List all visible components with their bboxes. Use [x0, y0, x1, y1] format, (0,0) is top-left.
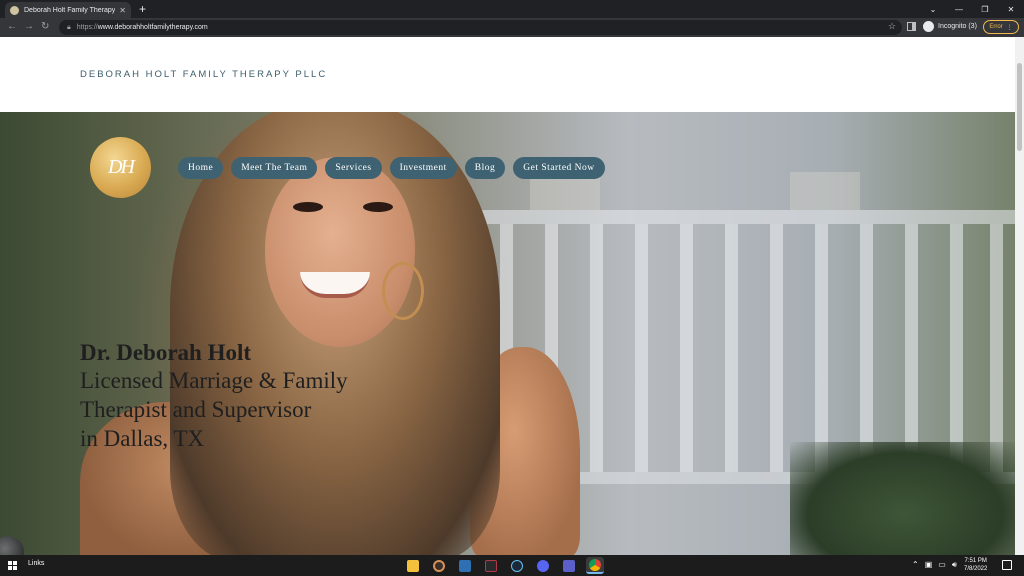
- links-toolbar[interactable]: Links: [28, 560, 44, 567]
- clock-time: 7:51 PM: [964, 558, 987, 564]
- baluster: [950, 224, 963, 472]
- obs-icon[interactable]: [430, 557, 448, 574]
- new-tab-button[interactable]: +: [139, 2, 146, 16]
- main-navigation: Home Meet The Team Services Investment B…: [178, 157, 605, 179]
- site-favicon-icon: [10, 5, 19, 15]
- steam-icon[interactable]: [508, 557, 526, 574]
- window-controls: ⌄ — ❐ ✕: [920, 0, 1024, 18]
- app-terminal-icon[interactable]: [482, 557, 500, 574]
- tab-search-icon[interactable]: ⌄: [920, 5, 946, 14]
- site-title-link[interactable]: DEBORAH HOLT FAMILY THERAPY PLLC: [80, 69, 327, 80]
- back-arrow-icon[interactable]: ←: [7, 21, 17, 33]
- network-icon[interactable]: ▭: [938, 560, 946, 570]
- nav-services[interactable]: Services: [325, 157, 382, 179]
- browser-tab-strip: Deborah Holt Family Therapy PLLC ✕ + ⌄ —…: [0, 0, 1024, 18]
- windows-taskbar: Links ⌃ ▣ ▭ 🔊︎ 7:51 PM 7/8/2022: [0, 555, 1024, 576]
- tray-chevron-icon[interactable]: ⌃: [912, 560, 919, 570]
- site-logo[interactable]: DH: [90, 137, 151, 198]
- scrollbar-thumb[interactable]: [1017, 63, 1022, 151]
- taskbar-apps: [404, 557, 604, 574]
- lock-icon[interactable]: 🔒︎: [67, 24, 71, 32]
- portrait-eye: [293, 202, 323, 212]
- notification-icon[interactable]: [1002, 560, 1012, 570]
- more-menu-icon: ⋮: [1006, 24, 1013, 31]
- tray-app-icon[interactable]: ▣: [925, 560, 933, 570]
- tab-title: Deborah Holt Family Therapy PLLC: [24, 6, 116, 14]
- baluster: [680, 224, 693, 472]
- baluster: [725, 224, 738, 472]
- windows-start-icon[interactable]: [8, 561, 17, 570]
- bookmark-star-icon[interactable]: ☆: [888, 21, 896, 32]
- teams-icon[interactable]: [560, 557, 578, 574]
- hero-line-2: Therapist and Supervisor: [80, 397, 312, 422]
- railing-top: [470, 210, 1015, 224]
- hero-name: Dr. Deborah Holt: [80, 340, 252, 365]
- background-bush: [790, 442, 1015, 555]
- site-header: DEBORAH HOLT FAMILY THERAPY PLLC: [0, 37, 1015, 112]
- baluster: [815, 224, 828, 472]
- browser-toolbar: ← → ↻ 🔒︎ https:// www.deborahholtfamilyt…: [0, 18, 1024, 37]
- address-bar[interactable]: 🔒︎ https:// www.deborahholtfamilytherapy…: [59, 20, 902, 35]
- baluster: [770, 224, 783, 472]
- web-page: DEBORAH HOLT FAMILY THERAPY PLLC DH Home…: [0, 37, 1015, 555]
- page-scrollbar[interactable]: [1015, 37, 1024, 555]
- hero-line-1: Licensed Marriage & Family: [80, 368, 348, 393]
- error-button[interactable]: Error ⋮: [983, 20, 1019, 34]
- baluster: [590, 224, 603, 472]
- volume-icon[interactable]: 🔊︎: [952, 560, 957, 570]
- baluster: [905, 224, 918, 472]
- discord-icon[interactable]: [534, 557, 552, 574]
- nav-meet-the-team[interactable]: Meet The Team: [231, 157, 318, 179]
- reload-icon[interactable]: ↻: [41, 21, 49, 33]
- close-window-icon[interactable]: ✕: [998, 5, 1024, 14]
- taskbar-clock[interactable]: 7:51 PM 7/8/2022: [964, 557, 987, 573]
- nav-investment[interactable]: Investment: [389, 157, 457, 179]
- tab-close-icon[interactable]: ✕: [119, 6, 126, 15]
- system-tray: ⌃ ▣ ▭ 🔊︎: [912, 560, 957, 570]
- app-h-icon[interactable]: [456, 557, 474, 574]
- incognito-label: Incognito (3): [938, 23, 977, 30]
- hero-heading: Dr. Deborah Holt Licensed Marriage & Fam…: [80, 340, 348, 453]
- baluster: [860, 224, 873, 472]
- baluster: [635, 224, 648, 472]
- forward-arrow-icon[interactable]: →: [24, 21, 34, 33]
- pillar: [790, 172, 860, 212]
- portrait-earring: [382, 262, 424, 320]
- portrait-face: [265, 157, 415, 347]
- portrait-eye: [363, 202, 393, 212]
- restore-icon[interactable]: ❐: [972, 5, 998, 14]
- chrome-icon[interactable]: [586, 557, 604, 574]
- incognito-indicator[interactable]: Incognito (3): [923, 21, 977, 32]
- file-explorer-icon[interactable]: [404, 557, 422, 574]
- baluster: [990, 224, 1003, 472]
- browser-tab[interactable]: Deborah Holt Family Therapy PLLC ✕: [5, 2, 131, 18]
- side-panel-icon[interactable]: [907, 22, 916, 31]
- logo-monogram: DH: [108, 156, 135, 178]
- error-label: Error: [989, 24, 1003, 30]
- url-scheme: https://: [76, 24, 98, 31]
- clock-date: 7/8/2022: [964, 566, 988, 572]
- hero-section: DH Home Meet The Team Services Investmen…: [0, 112, 1015, 555]
- minimize-icon[interactable]: —: [946, 5, 972, 14]
- incognito-icon: [923, 21, 934, 32]
- nav-blog[interactable]: Blog: [464, 157, 506, 179]
- hero-line-3: in Dallas, TX: [80, 426, 205, 451]
- url-host: www.deborahholtfamilytherapy.com: [97, 24, 208, 31]
- nav-get-started-now[interactable]: Get Started Now: [513, 157, 605, 179]
- floating-widget-icon[interactable]: [0, 536, 24, 555]
- nav-home[interactable]: Home: [178, 157, 224, 179]
